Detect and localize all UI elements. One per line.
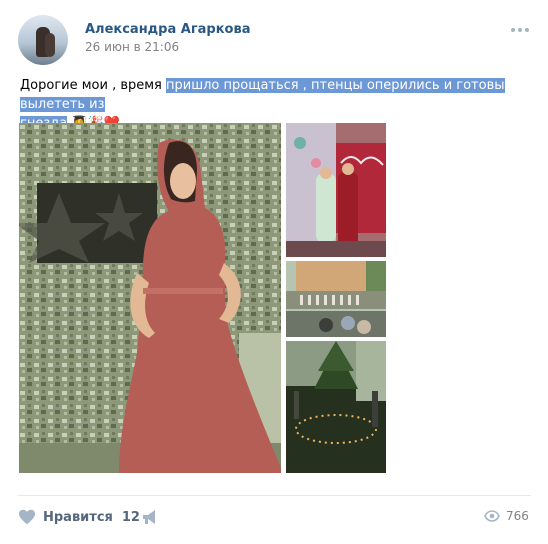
photo-graduation-stage-image: [286, 123, 386, 257]
main-photo[interactable]: [19, 123, 281, 473]
views-count: 766: [506, 509, 529, 523]
avatar-figure-2: [45, 33, 55, 57]
more-dot: [525, 28, 529, 32]
avatar[interactable]: [18, 15, 68, 65]
megaphone-icon: [143, 510, 155, 524]
photo-school-courtyard[interactable]: [286, 261, 386, 337]
like-count: 12: [121, 509, 140, 525]
photo-school-courtyard-image: [286, 261, 386, 337]
heart-icon: [19, 509, 35, 525]
more-dot: [518, 28, 522, 32]
post-text-plain: Дорогие мои , время: [20, 78, 167, 93]
photo-night-candles-image: [286, 341, 386, 473]
share-icon[interactable]: [141, 509, 159, 525]
like-button[interactable]: Нравится 12: [18, 506, 140, 528]
main-photo-image: [19, 123, 281, 473]
post-date[interactable]: 26 июн в 21:06: [85, 40, 179, 54]
eye-icon: [484, 510, 500, 522]
views-counter: 766: [484, 506, 529, 526]
post-card: Александра Агаркова 26 июн в 21:06 Дорог…: [0, 0, 548, 544]
footer-divider: [18, 495, 531, 496]
more-dot: [511, 28, 515, 32]
more-options-icon[interactable]: [511, 24, 531, 34]
photo-night-candles[interactable]: [286, 341, 386, 473]
photo-graduation-stage[interactable]: [286, 123, 386, 257]
like-label: Нравится: [43, 509, 113, 525]
author-name[interactable]: Александра Агаркова: [85, 22, 250, 37]
